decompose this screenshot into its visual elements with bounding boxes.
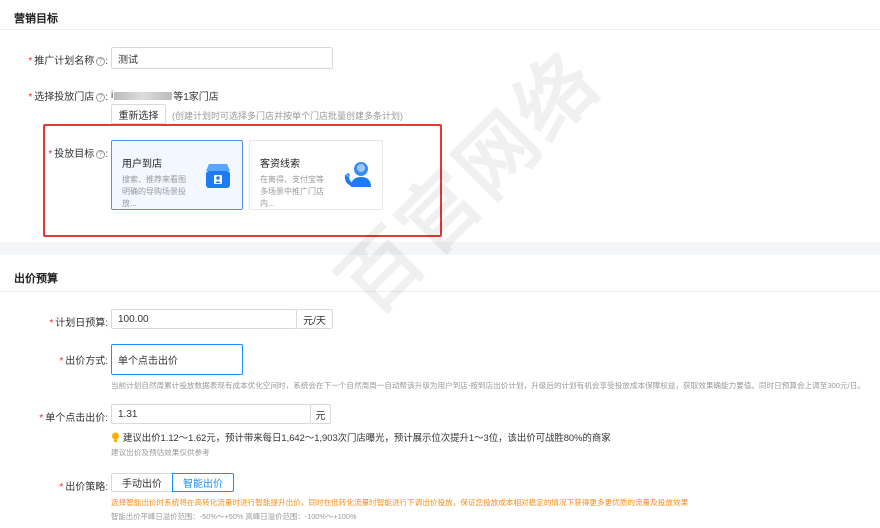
bid-suggestion: 建议出价1.12～1.62元，预计带来每日1,642～1,903次门店曝光，预计… xyxy=(111,430,611,444)
help-icon[interactable]: ? xyxy=(96,92,106,102)
smart-bid-range-note: 智能出价平峰日溢价范围：-50%～+50% 高峰日溢价范围：-100%～+100… xyxy=(111,512,357,521)
required-mark: * xyxy=(49,318,54,329)
divider xyxy=(0,29,880,30)
store-icon xyxy=(206,164,230,188)
reselect-store-button[interactable]: 重新选择 xyxy=(111,104,166,124)
click-bid-unit: 元 xyxy=(311,404,331,424)
divider xyxy=(0,291,880,292)
goal-card-desc: 搜索、推荐来看图明确的导购场景投放... xyxy=(122,175,186,208)
goal-card-title: 客资线索 xyxy=(260,159,300,170)
required-mark: * xyxy=(39,413,44,424)
required-mark: * xyxy=(59,482,64,493)
customer-service-icon xyxy=(344,162,371,187)
section-gap xyxy=(0,242,880,255)
daily-budget-unit: 元/天 xyxy=(297,309,333,329)
goal-label: * 投放目标?: xyxy=(48,149,108,160)
redacted-store-name xyxy=(114,91,173,100)
bid-method-hint: 当前计划自然周累计投放数据表现有成本优化空间时，系统会在下一个自然周周一自动帮该… xyxy=(111,381,865,390)
help-icon[interactable]: ? xyxy=(96,149,106,159)
smart-bid-option[interactable]: 智能出价 xyxy=(172,473,234,492)
bid-strategy-label: * 出价策略: xyxy=(59,482,108,493)
reselect-hint: (创建计划时可选择多门店并按单个门店批量创建多条计划) xyxy=(172,111,403,121)
manual-bid-option[interactable]: 手动出价 xyxy=(111,473,173,492)
bid-suggestion-note: 建议出价及预估效果仅供参考 xyxy=(111,448,210,457)
daily-budget-label: * 计划日预算: xyxy=(49,318,108,329)
plan-name-input[interactable]: 测试 xyxy=(111,47,333,69)
plan-name-label: * 推广计划名称?: xyxy=(28,56,108,67)
goal-card-title: 用户到店 xyxy=(122,159,162,170)
required-mark: * xyxy=(59,356,64,367)
bid-method-select[interactable]: 单个点击出价 xyxy=(111,344,243,375)
goal-card-leads[interactable]: 客资线索 在离得、支付宝等多场景中推广门店内... xyxy=(249,140,383,210)
bid-method-label: * 出价方式: xyxy=(59,356,108,367)
goal-card-desc: 在离得、支付宝等多场景中推广门店内... xyxy=(260,175,324,208)
help-icon[interactable]: ? xyxy=(96,56,106,66)
required-mark: * xyxy=(48,149,53,160)
click-bid-input[interactable]: 1.31 xyxy=(111,404,311,424)
click-bid-label: * 单个点击出价: xyxy=(39,413,108,424)
smart-bid-warning: 选择智能出价时系统将在高转化流量时进行智能提升出价，同时在低转化流量时智能进行下… xyxy=(111,498,689,507)
required-mark: * xyxy=(28,56,33,67)
daily-budget-input[interactable]: 100.00 xyxy=(111,309,297,329)
bidding-section-title: 出价预算 xyxy=(14,273,58,285)
store-select-label: * 选择投放门店?: xyxy=(28,92,108,103)
marketing-section-title: 营销目标 xyxy=(14,13,58,25)
goal-card-store-visit[interactable]: 用户到店 搜索、推荐来看图明确的导购场景投放... xyxy=(111,140,243,210)
selected-store-summary: i 等1家门店 xyxy=(111,90,219,103)
required-mark: * xyxy=(28,92,33,103)
lightbulb-icon xyxy=(112,432,119,442)
bid-strategy-toggle[interactable]: 手动出价 智能出价 xyxy=(111,473,234,492)
